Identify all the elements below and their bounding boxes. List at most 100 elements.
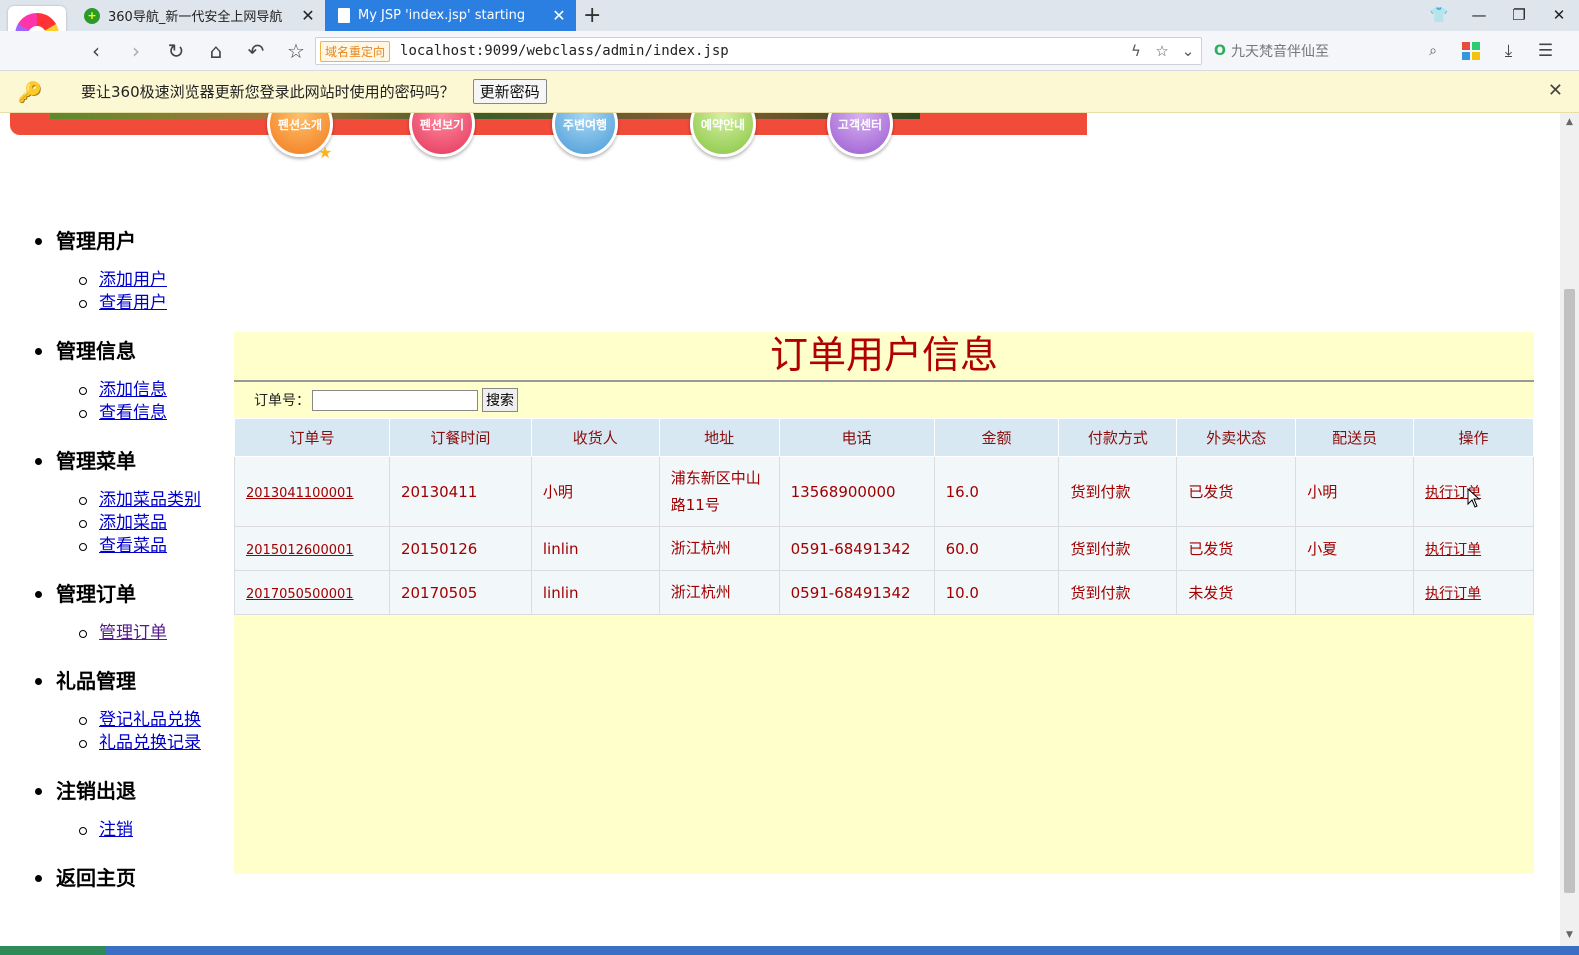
scroll-down-icon[interactable]: ▼ <box>1560 930 1579 940</box>
back-icon[interactable]: ‹ <box>76 39 116 63</box>
lightning-icon[interactable]: ϟ <box>1123 42 1149 60</box>
orders-table: 订单号 订餐时间 收货人 地址 电话 金额 付款方式 外卖状态 配送员 操作 2013041100… <box>234 418 1534 615</box>
order-search-row: 订单号： 搜索 <box>234 382 1534 418</box>
menu-link[interactable]: 添加菜品类别 <box>0 489 230 512</box>
menu-link[interactable]: 查看用户 <box>0 292 230 315</box>
banner-nav-2[interactable]: 펜션보기 <box>409 113 475 157</box>
redirect-badge[interactable]: 域名重定向 <box>320 40 391 62</box>
menu-sublist: 管理订单 <box>0 612 230 663</box>
tab-360-nav[interactable]: + 360导航_新一代安全上网导航 ✕ <box>72 0 325 31</box>
admin-sidebar-menu: 管理用户 添加用户 查看用户 管理信息 添加信息 查看信息 管理菜单 添加菜品类别 添加菜品 查看… <box>0 223 230 906</box>
scroll-up-icon[interactable]: ▲ <box>1560 117 1579 127</box>
new-tab-icon[interactable]: + <box>583 3 601 28</box>
restore-icon[interactable]: ❐ <box>1499 0 1539 31</box>
order-number-link[interactable]: 2015012600001 <box>246 543 354 558</box>
menu-sublist: 登记礼品兑换 礼品兑换记录 <box>0 699 230 773</box>
table-cell: linlin <box>530 526 660 571</box>
skin-icon[interactable]: 👕 <box>1419 0 1459 31</box>
table-cell: 货到付款 <box>1058 570 1178 615</box>
menu-link[interactable]: 注销 <box>0 819 230 842</box>
banner-nav-5[interactable]: 고객센터 <box>827 113 893 157</box>
table-header: 订单号 订餐时间 收货人 地址 电话 金额 付款方式 外卖状态 配送员 操作 <box>234 418 1534 457</box>
table-row: 2015012600001 20150126 linlin 浙江杭州 0591-6849… <box>234 526 1534 571</box>
forward-icon[interactable]: › <box>116 39 156 63</box>
shield-plus-icon: + <box>84 7 100 24</box>
menu-sublist <box>0 896 230 906</box>
close-icon[interactable]: ✕ <box>548 6 570 25</box>
table-cell: 未发货 <box>1176 570 1297 615</box>
menu-group-title: 返回主页 <box>0 860 230 896</box>
table-cell: 小夏 <box>1295 526 1415 571</box>
menu-group-title: 礼品管理 <box>0 663 230 699</box>
table-cell: 0591-68491342 <box>778 526 935 571</box>
menu-group: 返回主页 <box>0 860 230 906</box>
url-text[interactable]: localhost:9099/webclass/admin/index.jsp <box>400 43 1123 59</box>
table-cell: 小明 <box>1295 456 1415 527</box>
menu-link[interactable]: 添加信息 <box>0 379 230 402</box>
scroll-thumb[interactable] <box>1564 289 1575 893</box>
password-update-bar: 🔑 要让360极速浏览器更新您登录此网站时使用的密码吗？ 更新密码 ✕ <box>0 71 1579 113</box>
reload-icon[interactable]: ↻ <box>156 39 196 63</box>
star-icon: ★ <box>318 143 333 162</box>
table-cell: 货到付款 <box>1058 526 1178 571</box>
search-label: 订单号： <box>254 393 310 409</box>
menu-link[interactable]: 管理订单 <box>0 622 230 645</box>
menu-group: 管理用户 添加用户 查看用户 <box>0 223 230 333</box>
star-icon[interactable]: ☆ <box>1149 42 1175 60</box>
download-icon[interactable]: ⤓ <box>1490 41 1527 61</box>
table-cell: 10.0 <box>933 570 1060 615</box>
column-header: 订餐时间 <box>388 418 532 457</box>
execute-order-link[interactable]: 执行订单 <box>1425 586 1481 602</box>
menu-link[interactable]: 添加菜品 <box>0 512 230 535</box>
order-number-link[interactable]: 2013041100001 <box>246 486 354 501</box>
order-number-link[interactable]: 2017050500001 <box>246 587 354 602</box>
table-cell: 2017050500001 <box>234 570 390 615</box>
menu-link[interactable]: 礼品兑换记录 <box>0 732 230 755</box>
table-cell: 浦东新区中山路11号 <box>658 456 780 527</box>
column-header: 付款方式 <box>1058 418 1178 457</box>
address-bar[interactable]: 域名重定向 localhost:9099/webclass/admin/inde… <box>315 37 1202 65</box>
close-icon[interactable]: ✕ <box>1548 80 1563 101</box>
menu-link[interactable]: 查看菜品 <box>0 535 230 558</box>
table-cell: 16.0 <box>933 456 1060 527</box>
column-header: 操作 <box>1413 418 1534 457</box>
menu-link[interactable]: 添加用户 <box>0 269 230 292</box>
menu-group: 管理信息 添加信息 查看信息 <box>0 333 230 443</box>
order-number-input[interactable] <box>312 389 478 411</box>
execute-order-link[interactable]: 执行订单 <box>1425 542 1481 558</box>
banner-nav-3[interactable]: 주변여행 <box>552 113 618 157</box>
home-icon[interactable]: ⌂ <box>196 39 236 63</box>
menu-sublist: 添加菜品类别 添加菜品 查看菜品 <box>0 479 230 576</box>
undo-close-icon[interactable]: ↶ <box>236 39 276 63</box>
table-row: 2013041100001 20130411 小明 浦东新区中山路11号 1356890… <box>234 456 1534 527</box>
column-header: 地址 <box>658 418 780 457</box>
close-icon[interactable]: ✕ <box>297 6 319 25</box>
menu-group: 管理订单 管理订单 <box>0 576 230 663</box>
apps-icon[interactable] <box>1462 42 1480 60</box>
search-box[interactable]: O 九天梵音伴仙至 ⌕ <box>1209 37 1447 65</box>
tab-jsp-index[interactable]: My JSP 'index.jsp' starting ✕ <box>325 0 576 31</box>
search-icon[interactable]: ⌕ <box>1419 43 1447 59</box>
table-cell: 货到付款 <box>1058 456 1178 527</box>
chevron-down-icon[interactable]: ⌄ <box>1175 42 1201 60</box>
tab-strip: + 360导航_新一代安全上网导航 ✕ My JSP 'index.jsp' s… <box>0 0 1579 31</box>
bookmark-star-icon[interactable]: ☆ <box>276 39 316 63</box>
orders-panel: 订单用户信息 订单号： 搜索 订单号 订餐时间 收货人 地址 电话 金额 付款方式 外卖状态配… <box>234 332 1534 874</box>
navigation-bar: ‹ › ↻ ⌂ ↶ ☆ 域名重定向 localhost:9099/webclas… <box>0 31 1579 71</box>
minimize-icon[interactable]: — <box>1459 0 1499 31</box>
search-button[interactable]: 搜索 <box>482 388 518 412</box>
search-suggestion[interactable]: 九天梵音伴仙至 <box>1231 41 1419 61</box>
column-header: 配送员 <box>1295 418 1415 457</box>
update-password-button[interactable]: 更新密码 <box>472 79 547 104</box>
menu-group: 礼品管理 登记礼品兑换 礼品兑换记录 <box>0 663 230 773</box>
menu-link[interactable]: 查看信息 <box>0 402 230 425</box>
menu-group: 管理菜单 添加菜品类别 添加菜品 查看菜品 <box>0 443 230 576</box>
menu-icon[interactable]: ☰ <box>1527 41 1564 61</box>
table-cell: 20150126 <box>388 526 532 571</box>
close-window-icon[interactable]: ✕ <box>1539 0 1579 31</box>
column-header: 外卖状态 <box>1176 418 1297 457</box>
menu-link[interactable]: 登记礼品兑换 <box>0 709 230 732</box>
page-icon <box>338 8 350 23</box>
banner-nav-4[interactable]: 예약안내 <box>690 113 756 157</box>
vertical-scrollbar[interactable]: ▲ ▼ <box>1560 113 1579 946</box>
